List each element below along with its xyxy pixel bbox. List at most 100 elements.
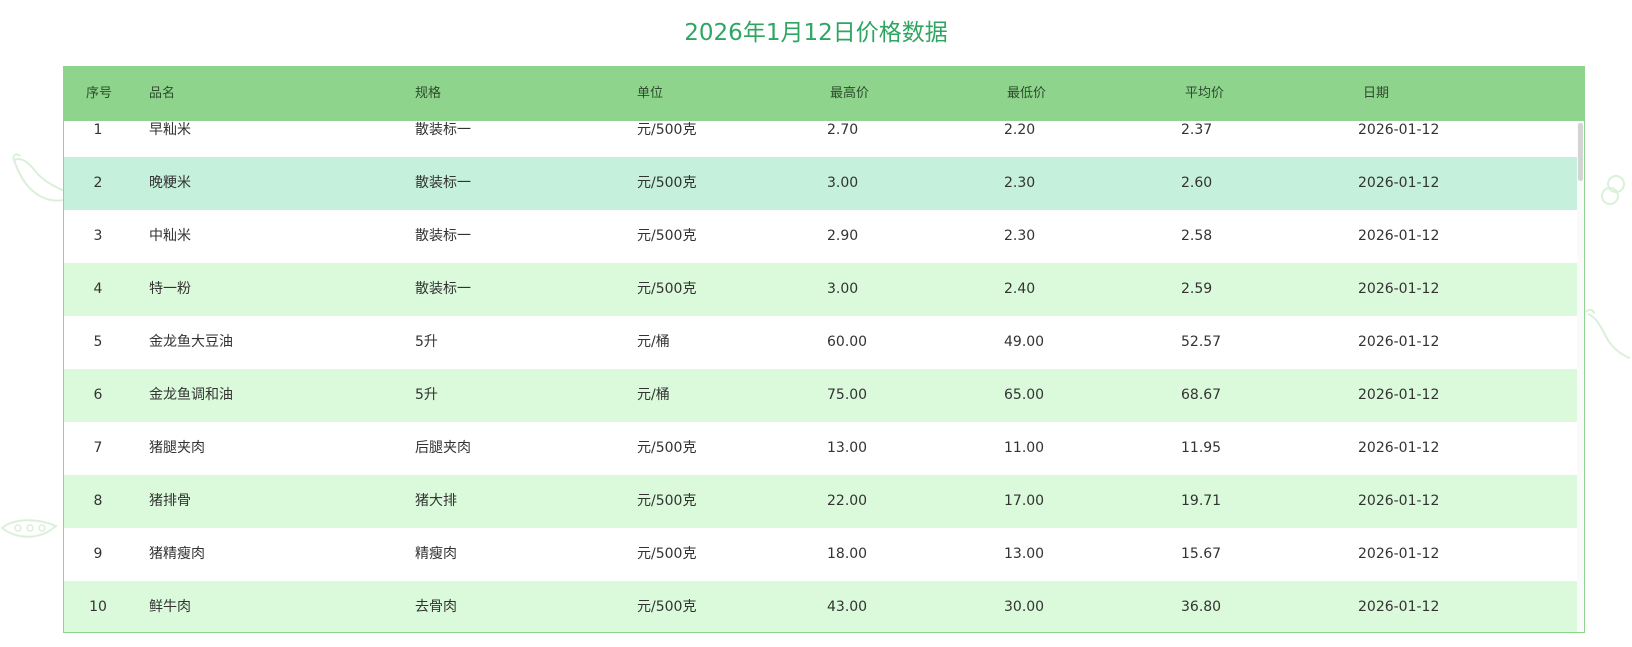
table-row[interactable]: 3 中籼米 散装标一 元/500克 2.90 2.30 2.58 2026-01-12 [64,210,1577,263]
cell-name: 金龙鱼调和油 [149,387,233,403]
cell-no: 2 [93,175,103,191]
cell-low: 2.40 [1004,281,1036,297]
cell-high: 22.00 [827,493,868,509]
cell-spec: 精瘦肉 [415,546,457,562]
scrollbar-track[interactable] [1577,121,1584,632]
cell-high: 13.00 [827,440,868,456]
cell-avg: 2.58 [1181,228,1213,244]
cell-spec: 去骨肉 [415,599,457,615]
cell-low: 11.00 [1004,440,1045,456]
header-low[interactable]: 最低价 [1007,67,1046,121]
page-title: 2026年1月12日价格数据 [684,20,948,46]
cell-date: 2026-01-12 [1358,175,1440,191]
cell-no: 1 [93,122,103,138]
cell-unit: 元/500克 [637,440,697,456]
cell-name: 特一粉 [149,281,191,297]
cell-high: 2.90 [827,228,859,244]
cell-low: 17.00 [1004,493,1045,509]
cell-name: 早籼米 [149,122,191,138]
cell-unit: 元/500克 [637,228,697,244]
cell-date: 2026-01-12 [1358,281,1440,297]
cell-no: 7 [93,440,103,456]
table-row[interactable]: 10 鲜牛肉 去骨肉 元/500克 43.00 30.00 36.80 2026-01-12 [64,581,1577,632]
cell-high: 18.00 [827,546,868,562]
header-avg[interactable]: 平均价 [1185,67,1224,121]
cell-name: 猪排骨 [149,493,191,509]
cell-no: 8 [93,493,103,509]
cell-low: 2.30 [1004,228,1036,244]
cell-spec: 后腿夹肉 [415,440,471,456]
cell-name: 晚粳米 [149,175,191,191]
cell-low: 30.00 [1004,599,1045,615]
cell-avg: 2.59 [1181,281,1213,297]
cell-high: 3.00 [827,281,859,297]
cell-high: 43.00 [827,599,868,615]
table-header: 序号 品名 规格 单位 最高价 最低价 平均价 日期 [64,67,1584,121]
cell-date: 2026-01-12 [1358,546,1440,562]
scrollbar-thumb[interactable] [1578,123,1583,181]
table-row[interactable]: 4 特一粉 散装标一 元/500克 3.00 2.40 2.59 2026-01-12 [64,263,1577,316]
cell-avg: 2.60 [1181,175,1213,191]
header-name[interactable]: 品名 [149,67,175,121]
cell-name: 鲜牛肉 [149,599,191,615]
cell-no: 4 [93,281,103,297]
table-row[interactable]: 8 猪排骨 猪大排 元/500克 22.00 17.00 19.71 2026-01-12 [64,475,1577,528]
cell-spec: 猪大排 [415,493,457,509]
cell-unit: 元/500克 [637,122,697,138]
peapod-decoration-icon [0,519,58,538]
cell-high: 60.00 [827,334,868,350]
cell-low: 2.20 [1004,122,1036,138]
cell-no: 6 [93,387,103,403]
table-row[interactable]: 1 早籼米 散装标一 元/500克 2.70 2.20 2.37 2026-01-12 [64,121,1577,157]
header-date[interactable]: 日期 [1363,67,1389,121]
cell-spec: 散装标一 [415,228,471,244]
table-row[interactable]: 2 晚粳米 散装标一 元/500克 3.00 2.30 2.60 2026-01-12 [64,157,1577,210]
cell-name: 猪精瘦肉 [149,546,205,562]
table-row[interactable]: 5 金龙鱼大豆油 5升 元/桶 60.00 49.00 52.57 2026-01-12 [64,316,1577,369]
cell-name: 猪腿夹肉 [149,440,205,456]
cell-date: 2026-01-12 [1358,387,1440,403]
cell-low: 13.00 [1004,546,1045,562]
cell-date: 2026-01-12 [1358,334,1440,350]
cell-spec: 散装标一 [415,175,471,191]
eggplant-decoration-icon [1585,308,1631,359]
cell-unit: 元/500克 [637,599,697,615]
header-unit[interactable]: 单位 [637,67,663,121]
header-no[interactable]: 序号 [86,67,112,121]
cell-high: 75.00 [827,387,868,403]
cell-low: 49.00 [1004,334,1045,350]
cell-avg: 36.80 [1181,599,1222,615]
cell-no: 3 [93,228,103,244]
cell-unit: 元/桶 [637,387,670,403]
cell-spec: 5升 [415,334,438,350]
cell-spec: 5升 [415,387,438,403]
cell-date: 2026-01-12 [1358,122,1440,138]
cell-high: 2.70 [827,122,859,138]
header-spec[interactable]: 规格 [415,67,441,121]
cell-date: 2026-01-12 [1358,228,1440,244]
cell-avg: 19.71 [1181,493,1222,509]
cell-spec: 散装标一 [415,122,471,138]
cell-low: 65.00 [1004,387,1045,403]
cell-unit: 元/500克 [637,175,697,191]
cell-no: 9 [93,546,103,562]
table-row[interactable]: 6 金龙鱼调和油 5升 元/桶 75.00 65.00 68.67 2026-01-12 [64,369,1577,422]
table-body: 1 早籼米 散装标一 元/500克 2.70 2.20 2.37 2026-01-12 2 晚粳米… [64,121,1577,632]
cell-name: 金龙鱼大豆油 [149,334,233,350]
table-row[interactable]: 9 猪精瘦肉 精瘦肉 元/500克 18.00 13.00 15.67 2026-01-12 [64,528,1577,581]
table-row[interactable]: 7 猪腿夹肉 后腿夹肉 元/500克 13.00 11.00 11.95 2026-01-12 [64,422,1577,475]
cell-avg: 15.67 [1181,546,1222,562]
cell-avg: 2.37 [1181,122,1213,138]
cell-avg: 11.95 [1181,440,1222,456]
cell-unit: 元/500克 [637,493,697,509]
vegetable-decoration-icon [1601,175,1625,205]
cell-avg: 52.57 [1181,334,1222,350]
cell-no: 5 [93,334,103,350]
cell-no: 10 [89,599,107,615]
cell-name: 中籼米 [149,228,191,244]
cell-unit: 元/500克 [637,281,697,297]
header-high[interactable]: 最高价 [830,67,869,121]
cell-high: 3.00 [827,175,859,191]
cell-low: 2.30 [1004,175,1036,191]
cell-unit: 元/500克 [637,546,697,562]
